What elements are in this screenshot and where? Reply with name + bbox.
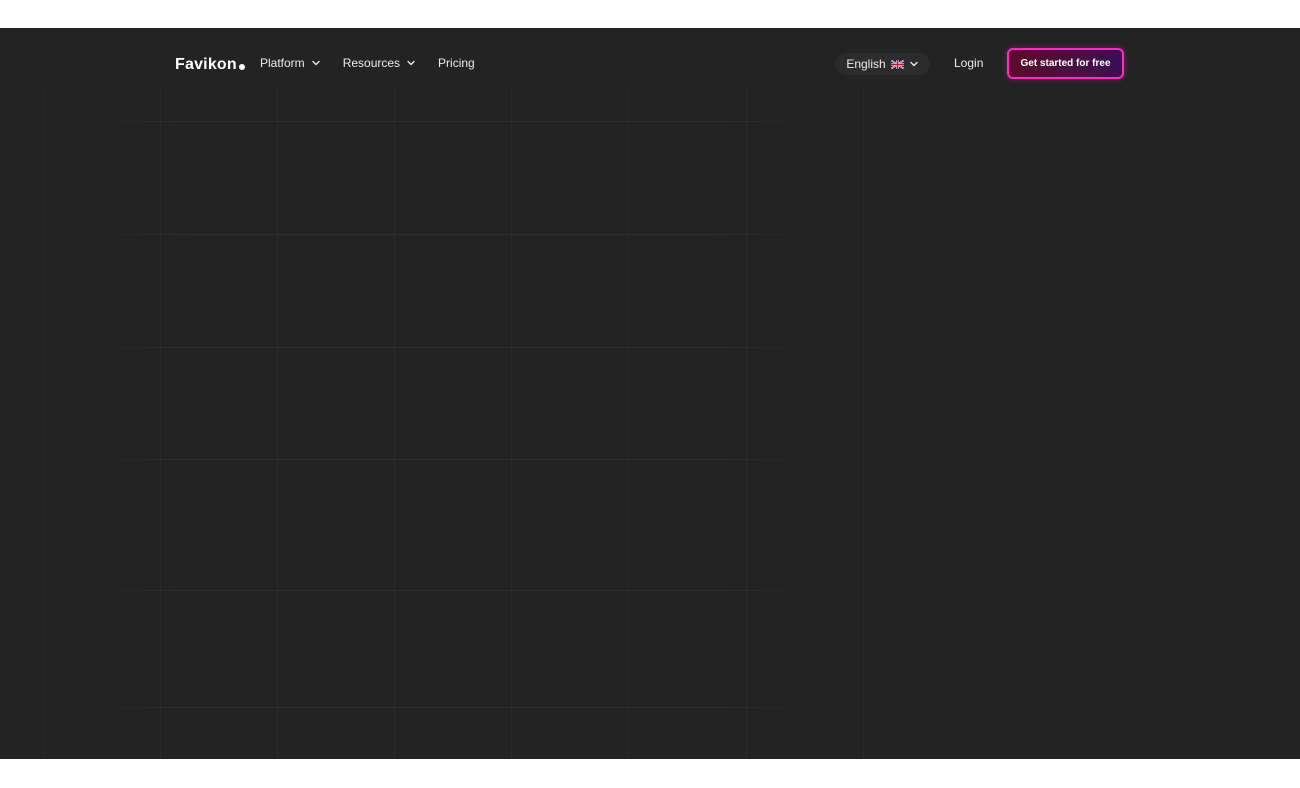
grid-line	[863, 88, 864, 759]
grid-line	[394, 88, 395, 759]
grid-line	[160, 88, 161, 759]
brand-dot-icon	[238, 64, 245, 70]
nav-item-resources[interactable]: Resources	[343, 54, 416, 72]
chevron-down-icon	[407, 60, 415, 66]
uk-flag-icon	[890, 59, 904, 69]
grid-line	[43, 88, 44, 759]
nav-item-label: Platform	[260, 56, 305, 70]
login-link[interactable]: Login	[954, 56, 983, 70]
get-started-button[interactable]: Get started for free	[1007, 48, 1124, 79]
grid-line	[277, 88, 278, 759]
chevron-down-icon	[311, 60, 320, 66]
grid-line	[628, 88, 629, 759]
brand-logo[interactable]: Favikon	[175, 52, 245, 74]
top-navbar: Favikon Platform Resources Pricing Engli…	[0, 28, 1300, 98]
grid-line	[746, 88, 747, 759]
nav-item-pricing[interactable]: Pricing	[438, 54, 475, 72]
grid-line	[80, 590, 820, 591]
grid-line	[80, 234, 820, 235]
language-selector[interactable]: English	[835, 53, 930, 75]
grid-line	[80, 707, 820, 708]
language-label: English	[846, 57, 886, 71]
grid-line	[80, 347, 820, 348]
grid-line	[511, 88, 512, 759]
nav-item-label: Resources	[342, 56, 401, 70]
grid-line	[80, 121, 820, 122]
chevron-down-icon	[909, 61, 918, 67]
background-grid	[0, 28, 1300, 759]
nav-item-label: Pricing	[438, 56, 475, 70]
nav-links: Platform Resources Pricing	[260, 54, 497, 72]
nav-item-platform[interactable]: Platform	[260, 54, 321, 72]
page-background: Favikon Platform Resources Pricing Engli…	[0, 28, 1300, 759]
grid-line	[80, 459, 820, 460]
brand-name: Favikon	[175, 56, 237, 73]
